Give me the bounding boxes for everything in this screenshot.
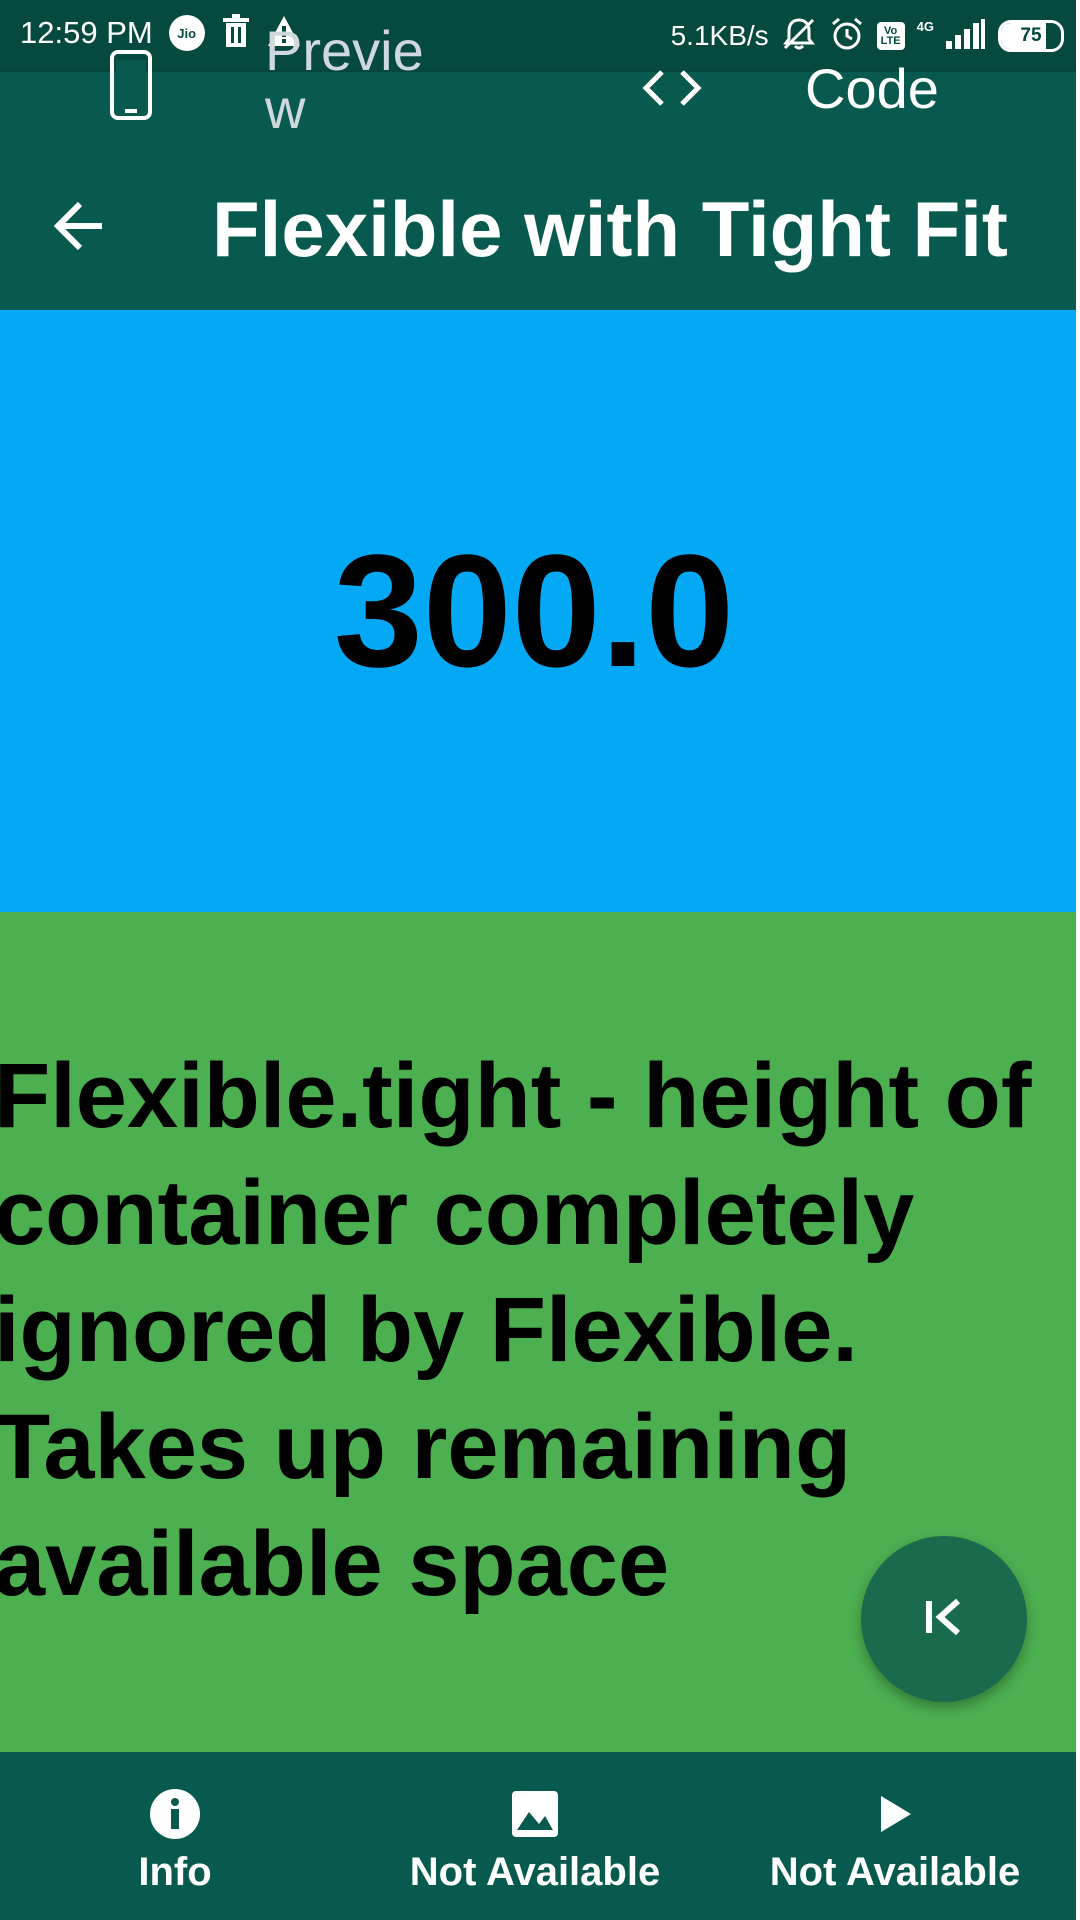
app-bar: Flexible with Tight Fit	[0, 144, 1076, 310]
volte-badge: Vo LTE	[876, 22, 905, 50]
play-icon	[869, 1788, 921, 1840]
info-icon	[149, 1788, 201, 1840]
image-icon	[509, 1788, 561, 1840]
bottom-nav: Info Not Available Not Available	[0, 1752, 1076, 1920]
first-page-icon	[920, 1593, 968, 1645]
status-left: 12:59 PM Jio	[20, 14, 301, 52]
trash-icon	[221, 14, 251, 52]
first-page-fab[interactable]	[861, 1536, 1027, 1702]
nav-item-play[interactable]: Not Available	[750, 1752, 1040, 1920]
battery-indicator: 75	[998, 20, 1064, 52]
signal-icon	[946, 19, 986, 53]
blue-container: 300.0	[0, 310, 1076, 912]
nav-item-image[interactable]: Not Available	[390, 1752, 680, 1920]
nav-label-info: Info	[138, 1850, 212, 1894]
nav-label-play: Not Available	[769, 1850, 1021, 1894]
network-speed: 5.1KB/s	[670, 20, 769, 51]
network-type: 4G	[916, 18, 934, 34]
mute-bell-icon	[781, 16, 817, 56]
app-frame: 12:59 PM Jio 5.1KB/s Vo LTE 4G 75 Previe…	[0, 0, 1076, 1920]
screen: 12:59 PM Jio 5.1KB/s Vo LTE 4G 75 Previe…	[0, 0, 1080, 1920]
status-time: 12:59 PM	[20, 15, 153, 50]
nav-label-image: Not Available	[409, 1850, 661, 1894]
code-icon[interactable]	[640, 64, 704, 112]
arrow-back-icon	[52, 198, 108, 258]
flexible-description: Flexible.tight - height of container com…	[0, 1045, 1032, 1615]
phone-icon[interactable]	[110, 50, 152, 120]
back-button[interactable]	[40, 188, 120, 268]
tab-preview[interactable]: Preview	[265, 22, 445, 138]
carrier-badge: Jio	[168, 15, 205, 51]
page-title: Flexible with Tight Fit	[212, 185, 1008, 273]
nav-item-info[interactable]: Info	[115, 1752, 235, 1920]
right-edge	[1076, 0, 1080, 1920]
container-height-value: 300.0	[333, 521, 735, 700]
preview-code-tabs: Preview Code	[0, 22, 1076, 144]
status-right: 5.1KB/s Vo LTE 4G 75	[671, 16, 1064, 56]
alarm-icon	[829, 16, 865, 56]
battery-level: 75	[1020, 25, 1042, 46]
tab-code[interactable]: Code	[805, 56, 939, 121]
